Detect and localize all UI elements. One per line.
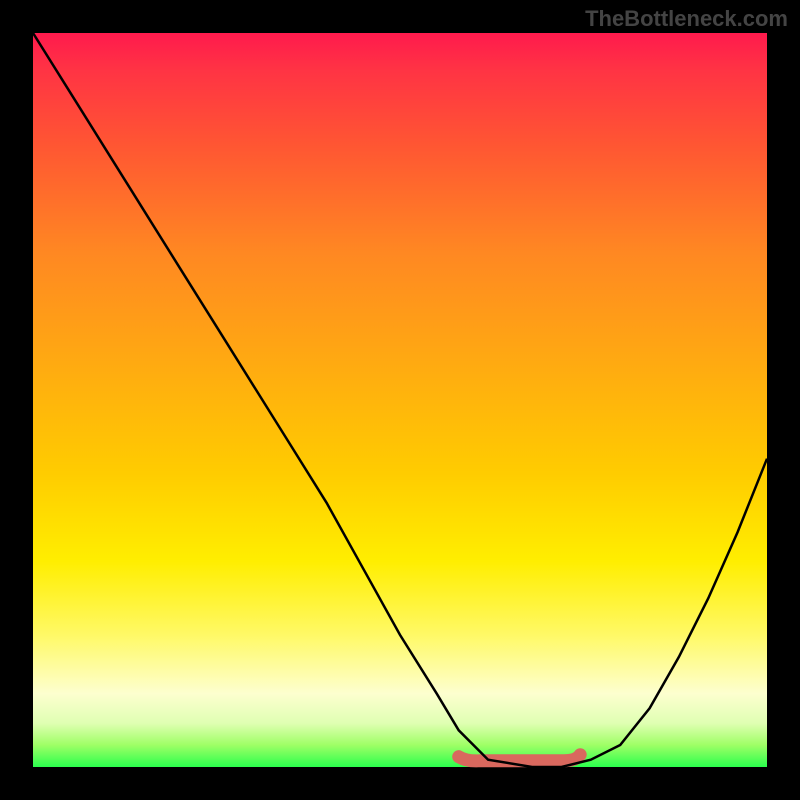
bottleneck-curve	[33, 33, 767, 767]
watermark-text: TheBottleneck.com	[585, 6, 788, 32]
chart-svg	[33, 33, 767, 767]
optimal-zone-marker	[459, 755, 581, 761]
